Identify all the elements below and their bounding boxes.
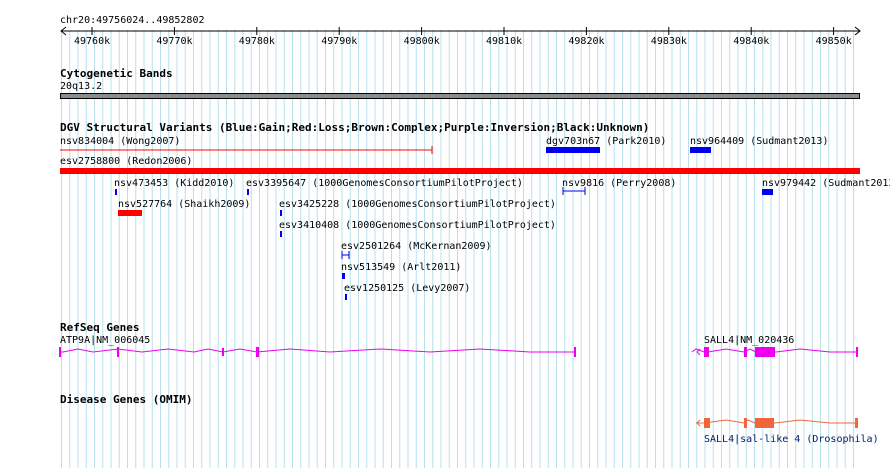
- variant-label[interactable]: dgv703n67 (Park2010): [546, 136, 666, 147]
- ruler-tick-label: 49810k: [486, 36, 523, 47]
- variant-label[interactable]: esv2758800 (Redon2006): [60, 156, 192, 167]
- refseq-gene-models[interactable]: [0, 340, 890, 364]
- ruler-tick-label: 49800k: [403, 36, 440, 47]
- variant-label[interactable]: nsv473453 (Kidd2010): [114, 178, 234, 189]
- variant-nsv513549[interactable]: [342, 273, 345, 279]
- variant-label[interactable]: esv2501264 (McKernan2009): [341, 241, 492, 252]
- refseq-track-title: RefSeq Genes: [60, 321, 140, 334]
- variant-nsv473453[interactable]: [115, 189, 117, 195]
- variant-nsv979442[interactable]: [762, 189, 773, 195]
- ruler-tick-label: 49770k: [156, 36, 193, 47]
- variant-label[interactable]: nsv527764 (Shaikh2009): [118, 199, 250, 210]
- variant-label[interactable]: nsv979442 (Sudmant2013): [762, 178, 890, 189]
- variant-label[interactable]: esv3395647 (1000GenomesConsortiumPilotPr…: [246, 178, 523, 189]
- variant-nsv834004[interactable]: [60, 145, 440, 155]
- ruler-tick-label: 49830k: [650, 36, 687, 47]
- dgv-track-title: DGV Structural Variants (Blue:Gain;Red:L…: [60, 121, 650, 134]
- omim-gene-label[interactable]: SALL4|sal-like 4 (Drosophila): [704, 434, 879, 445]
- variant-nsv964409[interactable]: [690, 147, 711, 153]
- variant-esv3395647[interactable]: [247, 189, 249, 195]
- variant-label[interactable]: esv3425228 (1000GenomesConsortiumPilotPr…: [279, 199, 556, 210]
- variant-esv3410408[interactable]: [280, 231, 282, 237]
- variant-label[interactable]: nsv513549 (Arlt2011): [341, 262, 461, 273]
- variant-esv1250125[interactable]: [345, 294, 347, 300]
- cytoband-label: 20q13.2: [60, 81, 103, 92]
- cytoband-track-title: Cytogenetic Bands: [60, 67, 173, 80]
- omim-track-title: Disease Genes (OMIM): [60, 393, 193, 406]
- variant-nsv9816[interactable]: [562, 186, 588, 196]
- ruler-tick-label: 49850k: [815, 36, 852, 47]
- ruler-tick-label: 49760k: [74, 36, 111, 47]
- variant-esv2758800[interactable]: [60, 168, 860, 174]
- omim-gene-model[interactable]: [0, 413, 890, 433]
- region-label: chr20:49756024..49852802: [60, 15, 205, 26]
- ruler-tick-label: 49790k: [321, 36, 358, 47]
- variant-esv3425228[interactable]: [280, 210, 282, 216]
- variant-label[interactable]: esv1250125 (Levy2007): [344, 283, 470, 294]
- ruler-tick-label: 49820k: [568, 36, 605, 47]
- variant-label[interactable]: nsv964409 (Sudmant2013): [690, 136, 828, 147]
- genome-browser: chr20:49756024..49852802 49760k 49770k 497…: [0, 0, 890, 468]
- ruler-tick-label: 49840k: [733, 36, 770, 47]
- variant-nsv527764[interactable]: [118, 210, 142, 216]
- variant-esv2501264[interactable]: [341, 250, 353, 260]
- ruler-tick-label: 49780k: [238, 36, 275, 47]
- variant-dgv703n67[interactable]: [546, 147, 600, 153]
- cytoband-bar[interactable]: [60, 93, 860, 99]
- variant-label[interactable]: esv3410408 (1000GenomesConsortiumPilotPr…: [279, 220, 556, 231]
